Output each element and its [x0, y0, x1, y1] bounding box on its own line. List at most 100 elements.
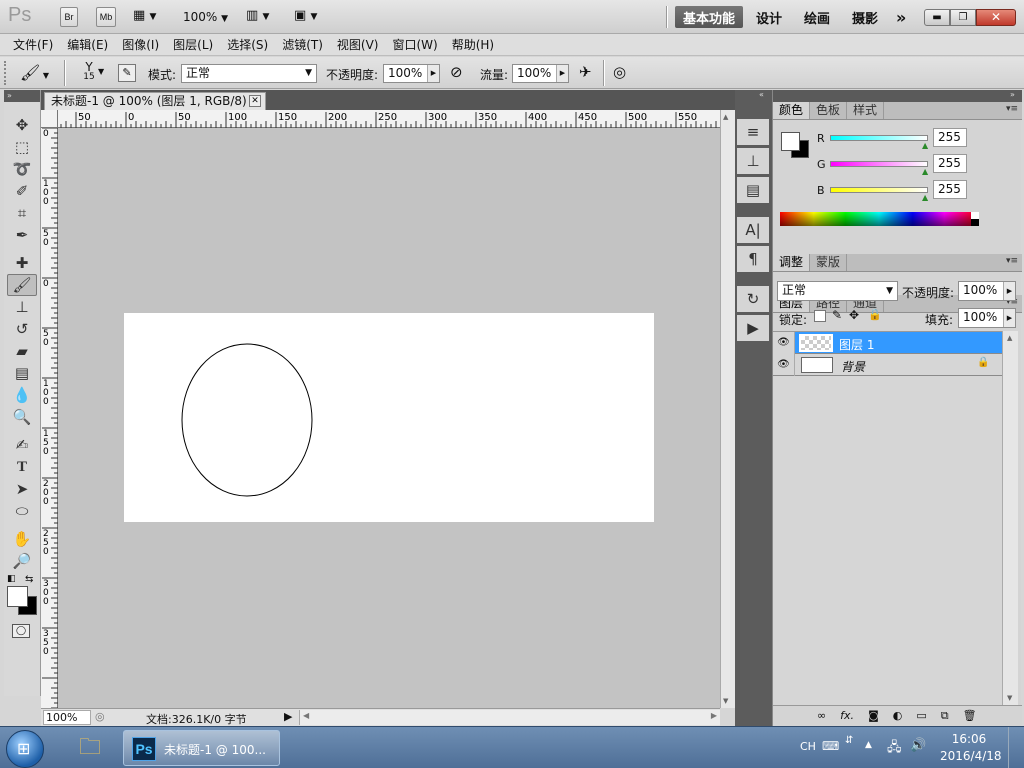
tools-panel-collapse[interactable]: »	[4, 90, 40, 102]
arrange-documents-button[interactable]: ▥ ▼	[246, 8, 269, 23]
menu-select[interactable]: 选择(S)	[220, 34, 275, 56]
history-panel-icon[interactable]: ↻	[737, 286, 769, 312]
tablet-opacity-icon[interactable]: ⊘	[450, 63, 463, 81]
menu-file[interactable]: 文件(F)	[6, 34, 60, 56]
dodge-tool-icon[interactable]: 🔍	[7, 406, 37, 428]
healing-brush-tool-icon[interactable]: ✚	[7, 252, 37, 274]
opacity-flyout-arrow[interactable]: ▶	[1003, 282, 1015, 300]
blur-tool-icon[interactable]: 💧	[7, 384, 37, 406]
fill-input[interactable]: 100% ▶	[958, 308, 1016, 328]
screen-mode-button[interactable]: ▣ ▼	[294, 8, 317, 23]
quick-mask-icon[interactable]: ◯	[12, 624, 30, 638]
link-layers-icon[interactable]: ∞	[817, 709, 826, 722]
tool-presets-icon[interactable]: ▤	[737, 177, 769, 203]
status-zoom-field[interactable]: 100%	[43, 710, 91, 725]
white-swatch[interactable]	[971, 212, 979, 219]
keyboard-icon[interactable]: ⌨	[822, 739, 839, 753]
menu-help[interactable]: 帮助(H)	[445, 34, 501, 56]
mini-bridge-button[interactable]: Mb	[96, 7, 116, 27]
layer-thumbnail[interactable]	[801, 357, 833, 373]
foreground-color-swatch[interactable]	[781, 132, 800, 151]
tablet-size-icon[interactable]: ◎	[613, 63, 626, 81]
restore-button[interactable]: ❐	[950, 9, 976, 26]
color-spectrum-bar[interactable]	[780, 212, 978, 226]
scroll-down-arrow[interactable]: ▼	[1007, 694, 1012, 702]
move-tool-icon[interactable]: ✥	[7, 114, 37, 136]
eraser-tool-icon[interactable]: ▰	[7, 340, 37, 362]
photoshop-taskbar-button[interactable]: Ps 未标题-1 @ 100...	[123, 730, 280, 766]
vertical-scrollbar[interactable]: ▲ ▼	[720, 110, 735, 708]
bridge-button[interactable]: Br	[60, 7, 78, 27]
slider-handle-icon[interactable]: ▲	[922, 193, 928, 202]
scroll-right-arrow[interactable]: ▶	[711, 711, 717, 720]
tab-swatches[interactable]: 色板	[810, 102, 848, 119]
flow-input[interactable]: 100% ▶	[512, 64, 569, 83]
paragraph-panel-icon[interactable]: ¶	[737, 246, 769, 272]
clone-source-icon[interactable]: ⊥	[737, 148, 769, 174]
eyedropper-tool-icon[interactable]: ✒	[7, 224, 37, 246]
brush-tool-icon[interactable]: 🖌	[7, 274, 37, 296]
status-menu-arrow[interactable]: ▶	[284, 710, 292, 723]
start-button[interactable]: ⊞	[6, 730, 44, 768]
document-tab[interactable]: 未标题-1 @ 100% (图层 1, RGB/8) * ✕	[44, 92, 266, 110]
document-canvas[interactable]	[124, 313, 654, 522]
clock[interactable]: 16:06 2016/4/18	[940, 732, 1002, 763]
network-icon[interactable]: 🖧	[887, 738, 902, 760]
menu-image[interactable]: 图像(I)	[115, 34, 166, 56]
workspace-essentials[interactable]: 基本功能	[675, 6, 744, 28]
workspace-photography[interactable]: 摄影	[844, 6, 886, 28]
adjustment-layer-icon[interactable]: ◐	[893, 709, 903, 722]
chevron-down-icon[interactable]: ▼	[98, 67, 104, 76]
scroll-up-arrow[interactable]: ▲	[723, 113, 728, 121]
volume-icon[interactable]: 🔊	[910, 738, 926, 753]
zoom-level-dropdown[interactable]: 100% ▼	[183, 10, 228, 24]
slider-handle-icon[interactable]: ▲	[922, 141, 928, 150]
marquee-tool-icon[interactable]: ⬚	[7, 136, 37, 158]
show-desktop-button[interactable]	[1008, 727, 1024, 768]
type-tool-icon[interactable]: T	[7, 456, 37, 478]
blend-mode-dropdown[interactable]: 正常 ▼	[777, 281, 898, 301]
menu-edit[interactable]: 编辑(E)	[60, 34, 115, 56]
input-language[interactable]: CH	[800, 740, 816, 753]
menu-window[interactable]: 窗口(W)	[385, 34, 444, 56]
new-layer-icon[interactable]: ⧉	[941, 709, 949, 723]
lock-pixels-icon[interactable]: ✎	[832, 308, 842, 322]
show-hidden-icons-arrow[interactable]: ▲	[865, 740, 872, 750]
brush-presets-icon[interactable]: ≡	[737, 119, 769, 145]
minimize-button[interactable]: ▬	[924, 9, 950, 26]
pen-tool-icon[interactable]: ✍	[7, 434, 37, 456]
mode-dropdown[interactable]: 正常 ▼	[181, 64, 317, 83]
ellipse-tool-icon[interactable]: ⬭	[7, 500, 37, 522]
view-extras-button[interactable]: ▦ ▼	[133, 8, 156, 23]
slider-handle-icon[interactable]: ▲	[922, 167, 928, 176]
close-button[interactable]: ✕	[976, 9, 1016, 26]
dock-collapse-arrow[interactable]: »	[773, 90, 1022, 102]
foreground-color-swatch[interactable]	[7, 586, 28, 607]
zoom-tool-icon[interactable]: 🔎	[7, 550, 37, 572]
scroll-down-arrow[interactable]: ▼	[723, 697, 728, 705]
history-brush-tool-icon[interactable]: ↺	[7, 318, 37, 340]
layer-row[interactable]: 👁 背景 🔒	[773, 354, 1002, 376]
lock-all-icon[interactable]: 🔒	[868, 308, 882, 321]
layer-row[interactable]: 👁 图层 1	[773, 332, 1002, 354]
collapse-icons-arrow[interactable]: «	[735, 90, 772, 102]
explorer-taskbar-button[interactable]: 🗀	[68, 731, 112, 765]
clone-stamp-tool-icon[interactable]: ⊥	[7, 296, 37, 318]
channel-b-input[interactable]: 255	[933, 180, 967, 199]
delete-layer-icon[interactable]: 🗑	[963, 709, 977, 722]
panel-menu-icon[interactable]: ▾≡	[1006, 256, 1018, 266]
layer-style-icon[interactable]: fx.	[840, 709, 854, 722]
opacity-input[interactable]: 100% ▶	[383, 64, 440, 83]
black-swatch[interactable]	[971, 219, 979, 226]
actions-panel-icon[interactable]: ▶	[737, 315, 769, 341]
horizontal-ruler[interactable]: 50 0 50 100 150 200 250 300 350 400 450 500 550	[58, 110, 720, 128]
scroll-up-arrow[interactable]: ▲	[1007, 334, 1012, 342]
close-document-icon[interactable]: ✕	[249, 95, 261, 107]
default-colors-icon[interactable]: ◧	[7, 574, 16, 584]
layer-opacity-input[interactable]: 100% ▶	[958, 281, 1016, 301]
layer-name[interactable]: 图层 1	[839, 336, 874, 353]
tab-adjustments[interactable]: 调整	[773, 254, 811, 271]
tab-color[interactable]: 颜色	[773, 102, 811, 119]
visibility-eye-icon[interactable]: 👁	[773, 354, 795, 376]
opacity-flyout-arrow[interactable]: ▶	[427, 65, 439, 82]
